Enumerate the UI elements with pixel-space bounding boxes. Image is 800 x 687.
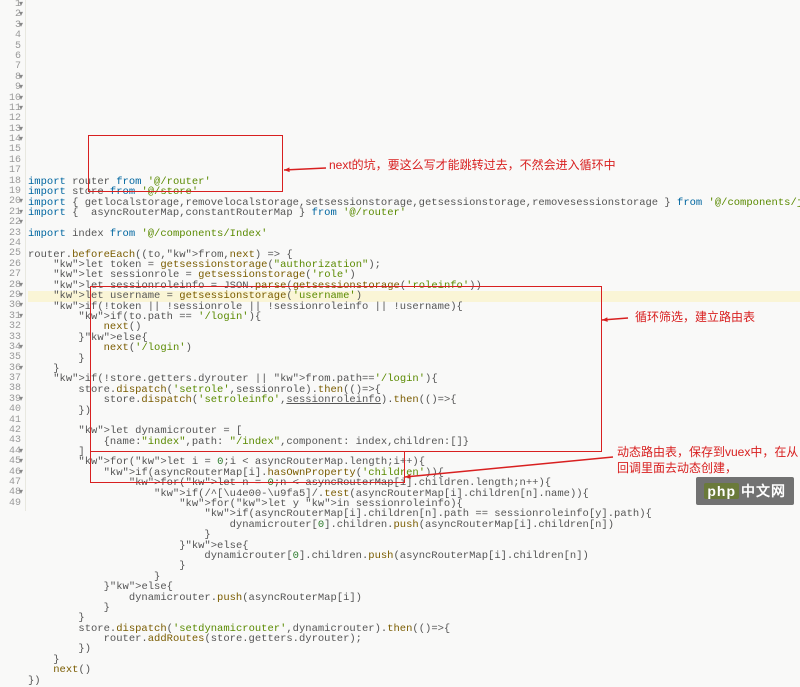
annotation-3: 动态路由表，保存到vuex中，在从回调里面去动态创建， — [617, 445, 800, 476]
watermark: php中文网 — [696, 477, 794, 505]
code-area: next的坑，要这么写才能跳转过去，不然会进入循环中 循环筛选，建立路由表 动态… — [26, 0, 800, 511]
annotation-1: next的坑，要这么写才能跳转过去，不然会进入循环中 — [329, 158, 629, 174]
code-editor: 1▾2▾3▾45678▾9▾10▾11▾1213▾14▾151617181920… — [0, 0, 800, 511]
line-gutter: 1▾2▾3▾45678▾9▾10▾11▾1213▾14▾151617181920… — [0, 0, 26, 511]
annotation-2: 循环筛选，建立路由表 — [635, 310, 800, 326]
watermark-text: 中文网 — [741, 483, 786, 499]
watermark-brand: php — [704, 483, 739, 499]
